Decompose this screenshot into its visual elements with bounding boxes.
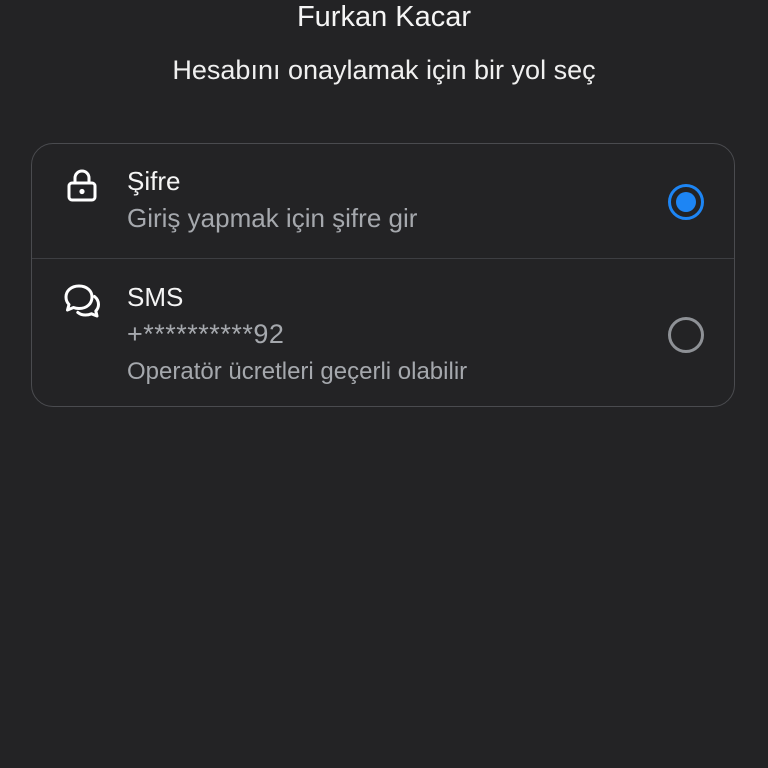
verification-options-card: Şifre Giriş yapmak için şifre gir SMS +*… bbox=[31, 143, 735, 407]
page-subtitle: Hesabını onaylamak için bir yol seç bbox=[172, 55, 596, 85]
option-sms-title: SMS bbox=[127, 282, 184, 312]
verify-account-screen: Furkan Kacar Hesabını onaylamak için bir… bbox=[0, 0, 768, 768]
user-name: Furkan Kacar bbox=[296, 1, 472, 33]
masked-phone-number: +**********92 bbox=[127, 319, 285, 349]
password-radio-button[interactable] bbox=[668, 184, 704, 220]
option-password[interactable]: Şifre Giriş yapmak için şifre gir bbox=[32, 144, 734, 259]
option-password-description: Giriş yapmak için şifre gir bbox=[127, 203, 418, 233]
option-password-title: Şifre bbox=[127, 166, 181, 196]
option-sms[interactable]: SMS +**********92 Operatör ücretleri geç… bbox=[32, 259, 734, 406]
carrier-charges-note: Operatör ücretleri geçerli olabilir bbox=[127, 358, 468, 385]
chat-bubbles-icon bbox=[62, 281, 102, 321]
sms-radio-button[interactable] bbox=[668, 317, 704, 353]
lock-icon bbox=[62, 166, 102, 206]
